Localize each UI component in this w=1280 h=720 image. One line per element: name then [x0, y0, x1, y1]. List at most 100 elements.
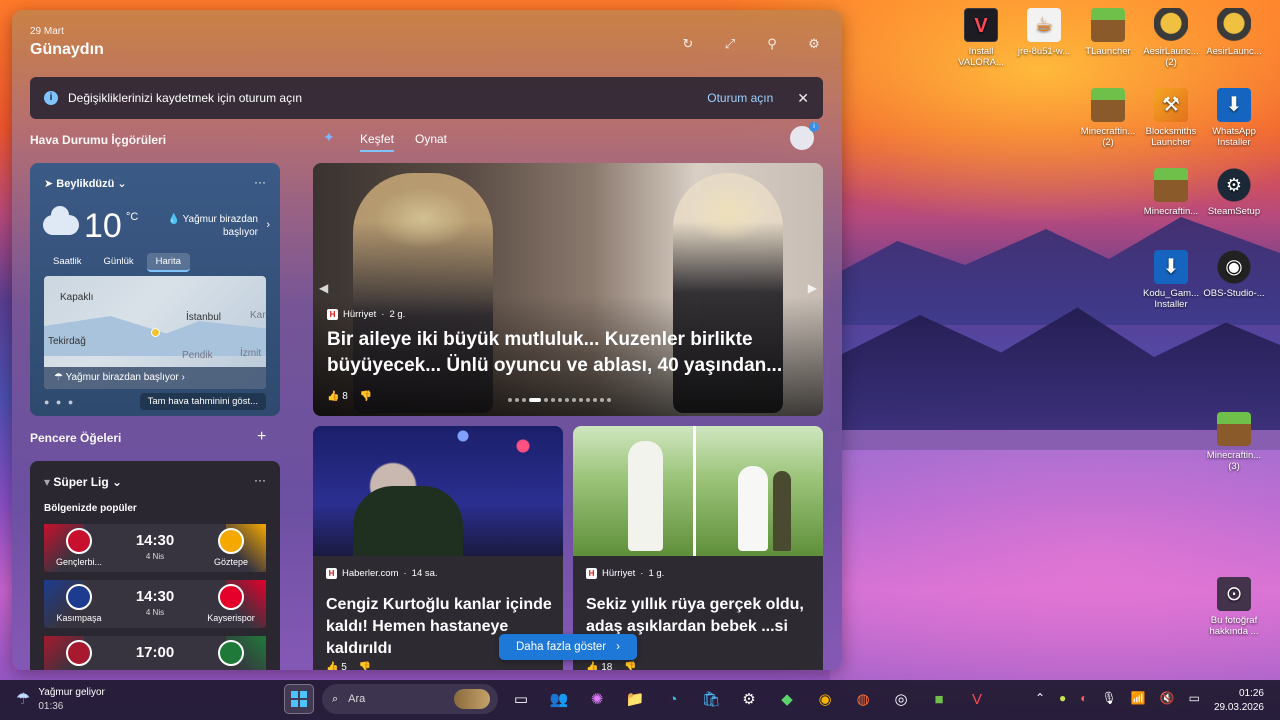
edge-icon[interactable]: ◔	[658, 684, 688, 714]
battery-icon[interactable]: ▭	[1189, 691, 1200, 705]
weather-location-label: Beylikdüzü	[56, 178, 115, 190]
desktop-icon-steam[interactable]: SteamSetup	[1200, 168, 1268, 217]
chevron-right-icon[interactable]: ›	[266, 219, 270, 231]
story-source: H Haberler.com · 14 sa.	[326, 568, 438, 579]
hero-story[interactable]: ◀ ▶ H Hürriyet · 2 g. Bir aileye iki büyü…	[313, 163, 823, 416]
like-button[interactable]: 👍 8	[327, 391, 348, 402]
refresh-icon[interactable]: ↻	[680, 36, 696, 52]
desktop-icon-aesir-2[interactable]: AesirLaunc... (2)	[1137, 8, 1205, 68]
desktop-icon-aesir[interactable]: AesirLaunc...	[1200, 8, 1268, 57]
sports-card[interactable]: ▾ Süper Lig ⌄ ··· Bölgenizde popüler Gen…	[30, 461, 280, 670]
show-more-button[interactable]: Daha fazla göster ›	[499, 634, 637, 660]
away-team-name: Göztepe	[213, 557, 249, 567]
speaker-muted-icon[interactable]: 🔇	[1160, 691, 1175, 705]
tab-map[interactable]: Harita	[146, 253, 190, 272]
tab-play[interactable]: Oynat	[415, 132, 447, 146]
download-icon	[1154, 250, 1188, 284]
copilot-icon[interactable]: ✺	[582, 684, 612, 714]
like-button[interactable]: 👍 18	[586, 662, 612, 670]
taskbar-weather[interactable]: ☂ Yağmur geliyor 01:36	[16, 686, 105, 714]
thumbs-down-icon[interactable]: 👎	[360, 391, 372, 402]
filter-icon: ▾	[44, 475, 54, 489]
desktop-icon-minecraft[interactable]: Minecraftin...	[1137, 168, 1205, 217]
start-button[interactable]	[284, 684, 314, 714]
desktop-icon-label: AesirLaunc... (2)	[1143, 46, 1199, 68]
thumbs-down-icon[interactable]: 👎	[359, 662, 371, 670]
taskbar-weather-time: 01:36	[38, 701, 64, 712]
tab-discover[interactable]: Keşfet	[360, 132, 395, 152]
tray-app-icon[interactable]: ◐	[1080, 691, 1087, 705]
minecraft-grass-icon[interactable]: ■	[924, 684, 954, 714]
weather-location[interactable]: ➤ Beylikdüzü ⌄	[44, 177, 127, 190]
home-team: Gençlerbi...	[44, 528, 114, 567]
match-row[interactable]: 17:00	[44, 636, 266, 670]
taskbar-clock[interactable]: 01:26 29.03.2026	[1214, 687, 1264, 715]
desktop-icon-blocksmiths[interactable]: Blocksmiths Launcher	[1137, 88, 1205, 148]
taskbar-search[interactable]: ⌕ Ara	[322, 684, 498, 714]
settings-icon[interactable]: ⚙	[806, 36, 822, 52]
desktop-icon-java[interactable]: jre-8u51-w...	[1010, 8, 1078, 57]
map-rain-text: Yağmur birazdan başlıyor	[65, 372, 179, 383]
team-crest-icon	[218, 640, 244, 666]
expand-icon[interactable]: ⤢	[722, 36, 738, 52]
firefox-icon[interactable]: ◍	[848, 684, 878, 714]
desktop-icon-minecraft-3[interactable]: Minecraftin... (3)	[1200, 412, 1268, 472]
search-highlight-image	[454, 689, 490, 709]
valorant-icon[interactable]: V	[962, 684, 992, 714]
hurriyet-logo-icon: H	[586, 568, 597, 579]
tab-hourly[interactable]: Saatlik	[44, 253, 91, 272]
task-view-icon[interactable]: ▭	[506, 684, 536, 714]
thumbs-down-icon[interactable]: 👎	[624, 662, 636, 670]
carousel-prev-icon[interactable]: ◀	[319, 281, 328, 295]
signin-message: Değişikliklerinizi kaydetmek için oturum…	[68, 91, 303, 105]
rain-cloud-icon: ☂	[54, 372, 66, 383]
wifi-icon[interactable]: 📶	[1131, 691, 1146, 705]
weather-card[interactable]: ➤ Beylikdüzü ⌄ ··· 10 °C 💧 Yağmur birazd…	[30, 163, 280, 416]
desktop-icon-kodu[interactable]: Kodu_Gam... Installer	[1137, 250, 1205, 310]
more-options-icon[interactable]: ···	[254, 175, 266, 189]
map-rain-banner[interactable]: ☂ Yağmur birazdan başlıyor ›	[44, 367, 266, 389]
close-icon[interactable]: ✕	[797, 90, 809, 107]
desktop-icon-valorant[interactable]: Install VALORA...	[947, 8, 1015, 68]
android-app-icon[interactable]: ◆	[772, 684, 802, 714]
tray-app-icon[interactable]: ●	[1059, 691, 1066, 705]
valorant-icon	[964, 8, 998, 42]
away-team: Göztepe	[196, 528, 266, 567]
add-widget-icon[interactable]: +	[257, 428, 266, 446]
carousel-next-icon[interactable]: ▶	[808, 281, 817, 295]
hero-title[interactable]: Bir aileye iki büyük mutluluk... Kuzenle…	[327, 327, 797, 379]
desktop-icon-minecraft-2[interactable]: Minecraftin... (2)	[1074, 88, 1142, 148]
search-placeholder: Ara	[348, 693, 366, 705]
match-row[interactable]: Gençlerbi... 14:30 4 Nis Göztepe	[44, 524, 266, 572]
full-forecast-button[interactable]: Tam hava tahminini göst...	[139, 393, 266, 410]
sports-title[interactable]: ▾ Süper Lig ⌄	[44, 475, 122, 489]
more-options-icon[interactable]: ···	[254, 473, 266, 487]
teams-icon[interactable]: 👥	[544, 684, 574, 714]
desktop-icon-label: AesirLaunc...	[1206, 46, 1262, 57]
team-crest-icon	[66, 528, 92, 554]
desktop-icon-whatsapp[interactable]: WhatsApp Installer	[1200, 88, 1268, 148]
desktop-icon-label: Minecraftin... (3)	[1206, 450, 1262, 472]
map-label-pendik: Pendik	[182, 350, 213, 361]
weather-map[interactable]: Kapaklı İstanbul Tekirdağ Pendik İzmit K…	[44, 276, 266, 389]
chevron-up-icon[interactable]: ⌃	[1035, 691, 1045, 705]
microphone-icon[interactable]: 🎙	[1102, 691, 1117, 705]
store-icon[interactable]: 🛍	[696, 684, 726, 714]
windows-logo-icon	[291, 691, 307, 707]
share-icon[interactable]: ⚲	[764, 36, 780, 52]
obs-icon[interactable]: ◎	[886, 684, 916, 714]
match-time: 14:30	[135, 532, 175, 549]
carousel-pager[interactable]	[508, 398, 611, 402]
file-explorer-icon[interactable]: 📁	[620, 684, 650, 714]
desktop-icon-obs[interactable]: OBS-Studio-...	[1200, 250, 1268, 299]
desktop-icon-photo-info[interactable]: Bu fotoğraf hakkında ...	[1200, 577, 1268, 637]
match-row[interactable]: Kasımpaşa 14:30 4 Nis Kayserispor	[44, 580, 266, 628]
desktop-icon-tlauncher[interactable]: TLauncher	[1074, 8, 1142, 57]
pager-dots[interactable]: ● ● ●	[44, 397, 140, 407]
chrome-icon[interactable]: ◉	[810, 684, 840, 714]
steam-icon[interactable]: ⚙	[734, 684, 764, 714]
like-button[interactable]: 👍 5	[326, 662, 347, 670]
desktop-icon-label: Kodu_Gam... Installer	[1143, 288, 1199, 310]
tab-daily[interactable]: Günlük	[95, 253, 143, 272]
signin-button[interactable]: Oturum açın	[707, 91, 773, 105]
